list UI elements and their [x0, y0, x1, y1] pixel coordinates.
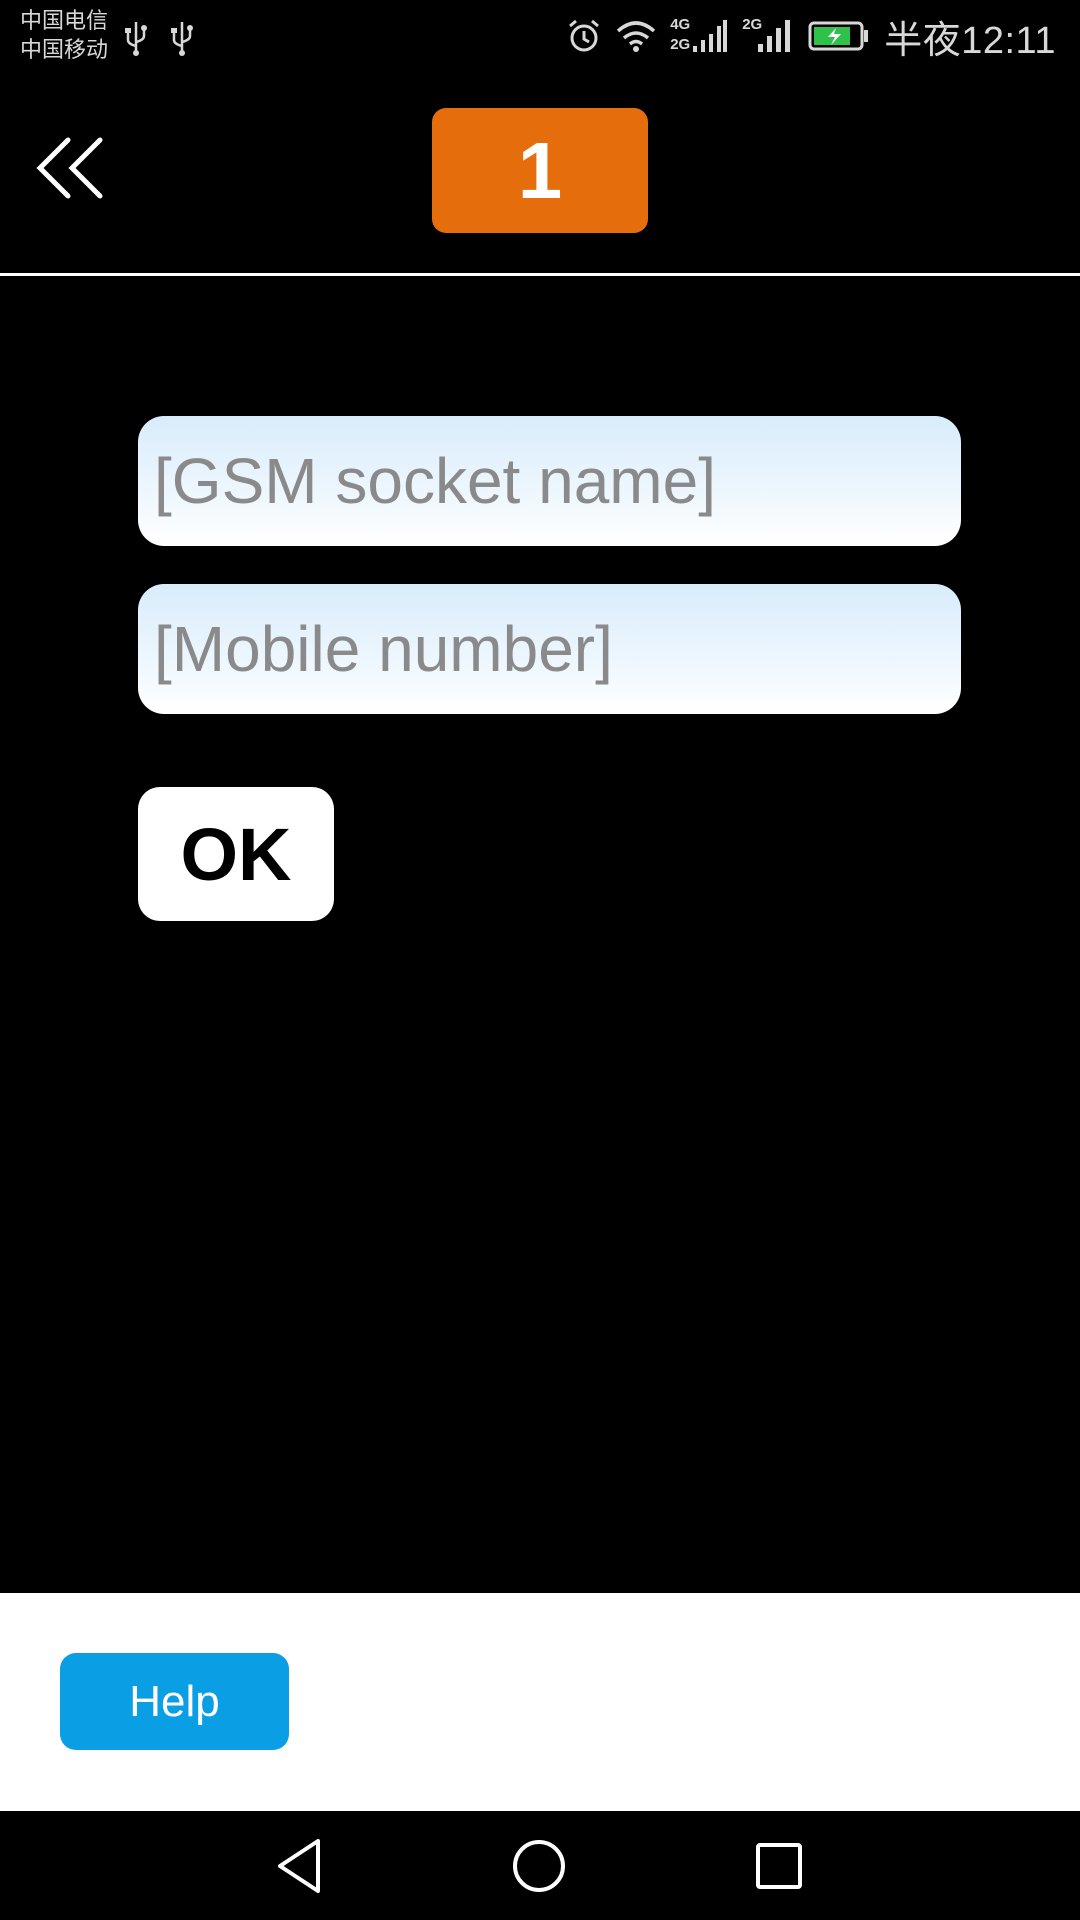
carrier-2-label: 中国移动 [20, 37, 109, 62]
status-bar: 中国电信 中国移动 4G 2G 2G 半夜12:11 [0, 0, 1080, 72]
clock: 半夜12:11 [884, 19, 1056, 62]
status-icons: 4G 2G 2G 半夜12:11 [566, 14, 1056, 62]
signal-4g-icon: 4G 2G [670, 16, 728, 56]
ok-button[interactable]: OK [138, 787, 334, 921]
wifi-icon [617, 21, 656, 52]
alarm-icon [569, 19, 600, 52]
socket-name-input[interactable] [138, 416, 961, 546]
socket-number-badge: 1 [432, 108, 648, 233]
usb-icon [171, 22, 193, 56]
footer-panel: Help [0, 1593, 1080, 1811]
usb-icon [125, 22, 147, 56]
help-button[interactable]: Help [60, 1653, 289, 1750]
home-circle-icon[interactable] [506, 1833, 572, 1899]
carrier-1-label: 中国电信 [20, 8, 109, 33]
network-type-label: 2G [670, 36, 691, 53]
mobile-number-input[interactable] [138, 584, 961, 714]
battery-charging-icon [808, 21, 869, 51]
system-navigation-bar [0, 1811, 1080, 1920]
back-button[interactable] [30, 128, 110, 208]
double-chevron-left-icon [36, 137, 103, 199]
signal-2g-icon: 2G [742, 16, 794, 56]
network-type-label: 4G [670, 16, 691, 33]
carrier-labels: 中国电信 中国移动 [20, 6, 108, 64]
header-bar: 1 [0, 72, 1080, 276]
recent-square-icon[interactable] [746, 1833, 812, 1899]
back-triangle-icon[interactable] [268, 1833, 334, 1899]
